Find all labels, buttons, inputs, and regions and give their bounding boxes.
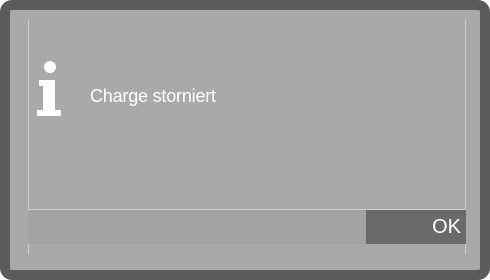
- ok-button[interactable]: OK: [366, 210, 466, 244]
- dialog-footer: [28, 210, 366, 244]
- info-icon: [37, 61, 61, 116]
- status-message: Charge storniert: [90, 86, 216, 106]
